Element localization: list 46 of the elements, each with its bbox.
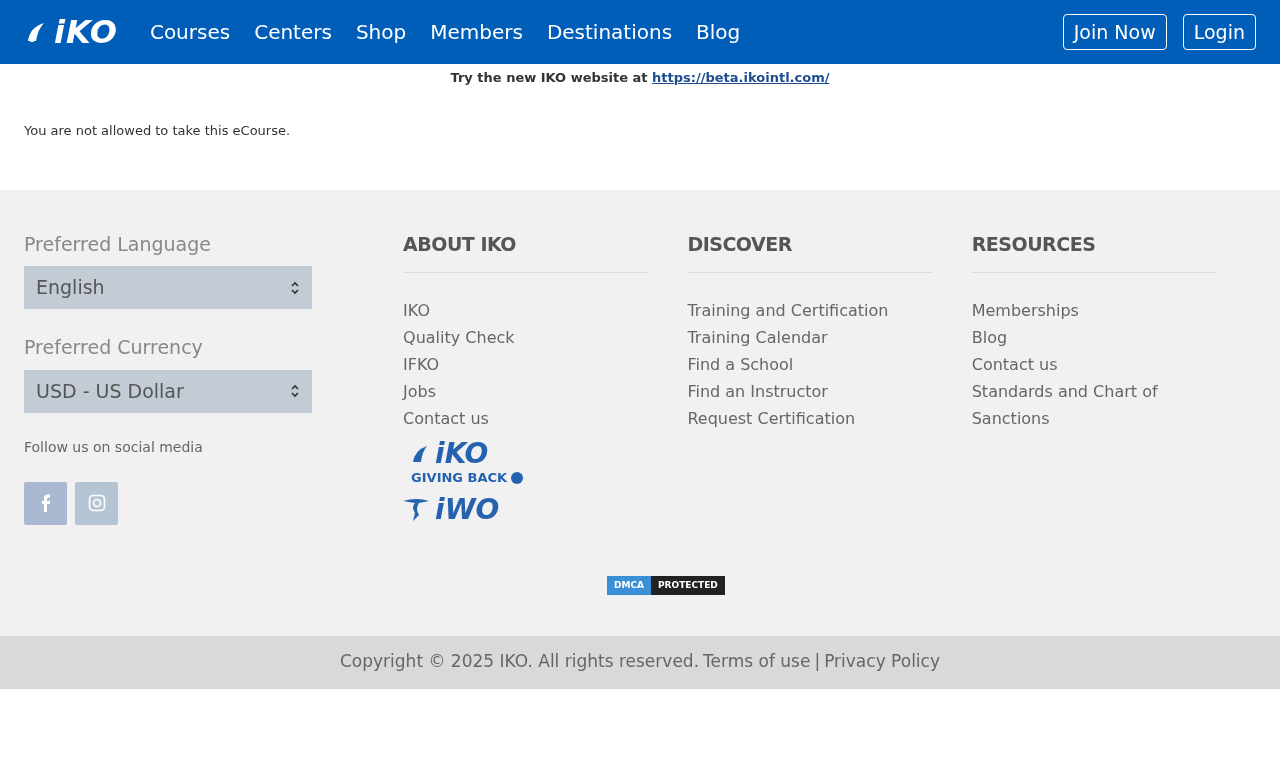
footer-link[interactable]: Jobs [403, 378, 437, 405]
privacy-link[interactable]: Privacy Policy [824, 649, 940, 675]
nav-link[interactable]: Shop [355, 17, 407, 47]
join-button[interactable]: Join Now [1062, 13, 1167, 51]
footer-link[interactable]: Find an Instructor [687, 378, 828, 405]
facebook-button[interactable] [24, 481, 67, 525]
footer-link[interactable]: Memberships [971, 297, 1079, 324]
language-select[interactable]: English [24, 266, 312, 309]
chevron-icon [290, 384, 300, 398]
footer-link[interactable]: IKO [403, 297, 430, 324]
currency-label: Preferred Currency [24, 335, 204, 360]
footer-link[interactable]: IFKO [403, 351, 440, 378]
login-button[interactable]: Login [1182, 13, 1256, 51]
footer-link[interactable]: Standards and Chart of Sanctions [971, 378, 1222, 432]
footer-link[interactable]: Contact us [971, 351, 1058, 378]
nav-link[interactable]: Destinations [546, 17, 673, 47]
language-label: Preferred Language [24, 231, 212, 257]
footer-link[interactable]: Training and Certification [687, 297, 889, 324]
column-heading: ABOUT IKO [403, 229, 649, 273]
facebook-icon [40, 494, 51, 512]
footer-link[interactable]: Find a School [687, 351, 794, 378]
footer-link[interactable]: Request Certification [687, 405, 856, 432]
currency-select[interactable]: USD - US Dollar [24, 369, 312, 413]
separator-text: | [814, 650, 821, 674]
copyright-text: Copyright © 2025 IKO. All rights reserved. [340, 650, 700, 674]
footer-link[interactable]: Contact us [403, 405, 489, 432]
column-heading: RESOURCES [971, 229, 1217, 273]
instagram-button[interactable] [75, 481, 118, 525]
nav-link[interactable]: Members [430, 17, 523, 47]
logo[interactable]: iKO [24, 8, 118, 56]
footer-link[interactable]: Quality Check [403, 324, 515, 351]
error-message: You are not allowed to take this eCourse. [24, 122, 291, 138]
footer-link[interactable]: Blog [971, 324, 1008, 351]
iwo-logo[interactable]: iWO [403, 495, 500, 524]
column-heading: DISCOVER [687, 229, 933, 273]
notice-text: Try the new IKO website at https://beta.ikointl.com/ [450, 70, 830, 85]
nav-link[interactable]: Blog [696, 17, 741, 47]
chevron-icon [290, 280, 300, 295]
nav-link[interactable]: Courses [149, 17, 231, 47]
giving-back-logo[interactable]: iKO GIVING BACK [411, 440, 524, 488]
terms-link[interactable]: Terms of use [703, 649, 811, 675]
nav-link[interactable]: Centers [254, 17, 332, 47]
footer-link[interactable]: Training Calendar [687, 324, 828, 351]
social-label: Follow us on social media [24, 437, 204, 457]
notice-link[interactable]: https://beta.ikointl.com/ [652, 70, 830, 85]
instagram-icon [87, 494, 106, 512]
